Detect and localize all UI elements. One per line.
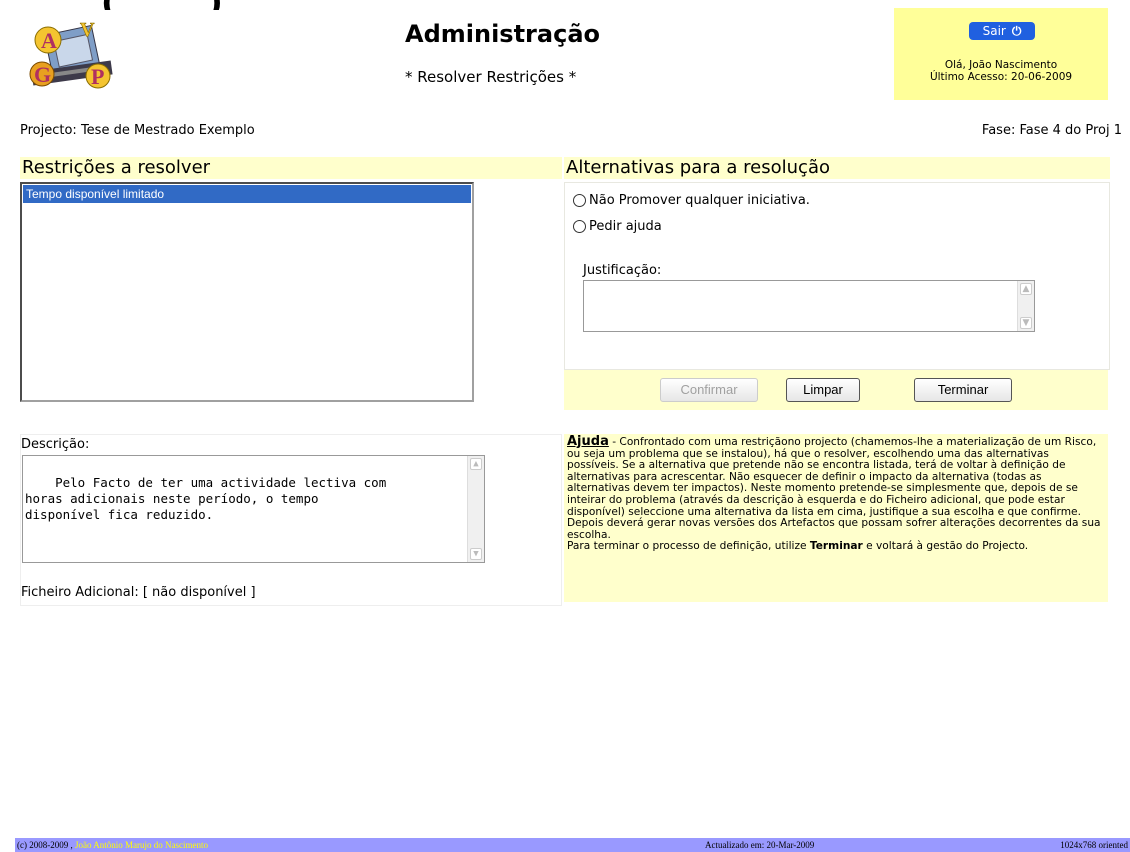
action-button-bar: Confirmar Limpar Terminar: [564, 370, 1108, 410]
power-icon: ⏻: [1011, 24, 1022, 38]
justification-textarea[interactable]: ▲ ▼: [583, 280, 1035, 332]
alternatives-heading: Alternativas para a resolução: [564, 157, 1110, 179]
scroll-up-icon[interactable]: ▲: [470, 458, 482, 470]
footer-updated: Actualizado em: 20-Mar-2009: [705, 840, 815, 850]
svg-text:G: G: [34, 62, 51, 87]
alternatives-panel: Não Promover qualquer iniciativa. Pedir …: [564, 182, 1110, 370]
scroll-down-icon[interactable]: ▼: [470, 548, 482, 560]
svg-text:P: P: [91, 64, 104, 89]
avgp-logo: A V G P: [18, 18, 128, 98]
radio-button-icon[interactable]: [573, 220, 586, 233]
footer-resolution: 1024x768 oriented: [1060, 840, 1128, 850]
help-text-finish: Para terminar o processo de definição, u…: [567, 540, 810, 553]
footer-copyright: (c) 2008-2009 , João Antônio Marujo do N…: [17, 838, 208, 852]
user-greeting-block: Olá, João Nascimento Último Acesso: 20-0…: [894, 59, 1108, 83]
finish-button[interactable]: Terminar: [914, 378, 1012, 402]
scroll-up-icon[interactable]: ▲: [1020, 283, 1032, 295]
page-title: Administração: [405, 20, 600, 48]
additional-file-label: Ficheiro Adicional: [ não disponível ]: [21, 585, 256, 600]
justification-scrollbar[interactable]: ▲ ▼: [1017, 281, 1034, 331]
alternative-label: Não Promover qualquer iniciativa.: [589, 193, 810, 208]
phase-label: Fase: Fase 4 do Proj 1: [981, 123, 1122, 138]
help-box: Ajuda - Confrontado com uma restriçãono …: [564, 434, 1108, 602]
description-label: Descrição:: [21, 437, 90, 452]
restrictions-listbox[interactable]: Tempo disponível limitado: [20, 182, 474, 402]
alternative-label: Pedir ajuda: [589, 219, 662, 234]
logout-label: Sair: [982, 24, 1006, 38]
footer-bar: (c) 2008-2009 , João Antônio Marujo do N…: [15, 838, 1130, 852]
user-info-box: Sair ⏻ Olá, João Nascimento Último Acesso…: [894, 8, 1108, 100]
description-scrollbar[interactable]: ▲ ▼: [467, 456, 484, 562]
help-text-end: e voltará à gestão do Projecto.: [862, 540, 1029, 553]
svg-text:V: V: [80, 19, 95, 41]
scroll-down-icon[interactable]: ▼: [1020, 317, 1032, 329]
help-finish-word: Terminar: [809, 540, 863, 553]
confirm-button[interactable]: Confirmar: [660, 378, 758, 402]
restriction-item-selected[interactable]: Tempo disponível limitado: [23, 185, 471, 203]
logout-button[interactable]: Sair ⏻: [969, 22, 1035, 40]
help-text: - Confrontado com uma restriçãono projec…: [567, 436, 1101, 541]
user-greeting: Olá, João Nascimento: [944, 59, 1058, 71]
top-cut-heading: _ (_____): [70, 0, 470, 10]
page-subtitle: * Resolver Restrições *: [405, 68, 577, 86]
radio-button-icon[interactable]: [573, 194, 586, 207]
alternative-option-1[interactable]: Não Promover qualquer iniciativa.: [573, 193, 810, 208]
author-link[interactable]: João Antônio Marujo do Nascimento: [75, 840, 208, 850]
svg-text:A: A: [41, 28, 57, 53]
copyright-text: (c) 2008-2009 ,: [17, 840, 75, 850]
description-text: Pelo Facto de ter uma actividade lectiva…: [25, 475, 387, 522]
last-access: Último Acesso: 20-06-2009: [929, 71, 1073, 83]
description-textarea[interactable]: Pelo Facto de ter uma actividade lectiva…: [22, 455, 485, 563]
restrictions-heading: Restrições a resolver: [20, 157, 562, 179]
clear-button[interactable]: Limpar: [786, 378, 860, 402]
justification-label: Justificação:: [583, 263, 662, 278]
alternative-option-2[interactable]: Pedir ajuda: [573, 219, 662, 234]
project-label: Projecto: Tese de Mestrado Exemplo: [20, 123, 255, 138]
description-section: Descrição: Pelo Facto de ter uma activid…: [20, 434, 562, 606]
